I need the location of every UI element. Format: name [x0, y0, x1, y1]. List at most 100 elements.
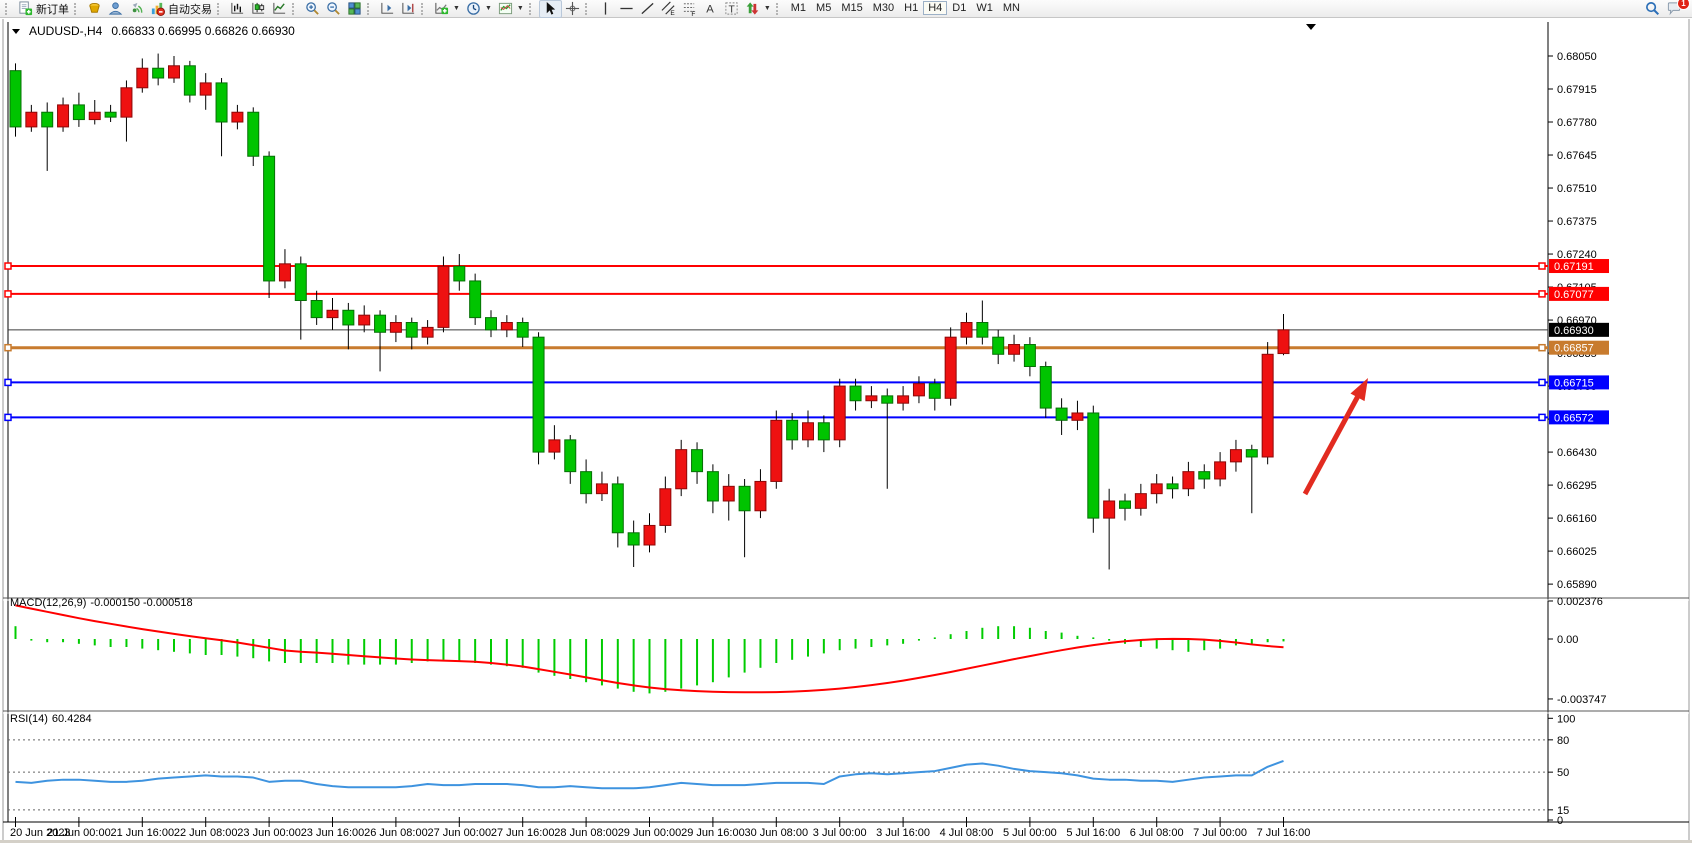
search-button[interactable]: [1642, 1, 1663, 17]
chart-title-row: AUDUSD-,H4 0.66833 0.66995 0.66826 0.669…: [12, 24, 295, 38]
add-indicator-icon: [434, 1, 449, 16]
dropdown-caret-icon: ▼: [453, 5, 460, 12]
timeframe-button-m15[interactable]: M15: [836, 2, 867, 14]
toolbar-grip[interactable]: [776, 3, 782, 15]
horizontal-line-tool-button[interactable]: [616, 1, 637, 17]
notification-badge: 1: [1677, 0, 1690, 10]
line-chart-button[interactable]: [269, 1, 290, 17]
candlestick-chart-icon: [251, 1, 266, 16]
svg-text:0.66857: 0.66857: [1554, 343, 1594, 355]
fibonacci-icon: F: [682, 1, 697, 16]
toolbar-grip[interactable]: [367, 3, 373, 15]
autotrade-button[interactable]: 自动交易: [147, 1, 215, 17]
svg-text:-0.003747: -0.003747: [1557, 694, 1607, 706]
zoom-in-icon: [305, 1, 320, 16]
svg-text:0.67375: 0.67375: [1557, 216, 1597, 228]
timeframe-button-h1[interactable]: H1: [899, 2, 923, 14]
new-order-button[interactable]: 新订单: [15, 1, 72, 17]
tile-windows-button[interactable]: [344, 1, 365, 17]
chart-canvas[interactable]: 0.680500.679150.677800.676450.675100.673…: [0, 19, 1692, 843]
svg-text:0.66025: 0.66025: [1557, 546, 1597, 558]
svg-text:23 Jun 00:00: 23 Jun 00:00: [237, 827, 301, 839]
svg-text:6 Jul 08:00: 6 Jul 08:00: [1130, 827, 1184, 839]
timeframe-button-w1[interactable]: W1: [971, 2, 998, 14]
macd-values: -0.000150 -0.000518: [90, 597, 192, 609]
toolbar-grip[interactable]: [74, 3, 80, 15]
crosshair-tool-button[interactable]: [562, 1, 583, 17]
svg-text:7 Jul 16:00: 7 Jul 16:00: [1257, 827, 1311, 839]
svg-text:27 Jun 00:00: 27 Jun 00:00: [427, 827, 491, 839]
toolbar-grip[interactable]: [529, 3, 535, 15]
svg-text:100: 100: [1557, 713, 1575, 725]
svg-text:A: A: [706, 4, 714, 16]
toolbar: 新订单 自动交易 ▼ ▼ ▼ E F: [0, 0, 1692, 18]
add-indicator-button[interactable]: ▼: [431, 1, 463, 17]
publisher-button[interactable]: [105, 1, 126, 17]
notifications-button[interactable]: 1: [1663, 1, 1685, 17]
trendline-icon: [640, 1, 655, 16]
toolbar-grip[interactable]: [292, 3, 298, 15]
toolbar-grip[interactable]: [5, 3, 11, 15]
svg-text:0.66160: 0.66160: [1557, 513, 1597, 525]
candlestick-chart-button[interactable]: [248, 1, 269, 17]
fibonacci-tool-button[interactable]: F: [679, 1, 700, 17]
template-button[interactable]: ▼: [495, 1, 527, 17]
zoom-out-button[interactable]: [323, 1, 344, 17]
svg-text:28 Jun 08:00: 28 Jun 08:00: [554, 827, 618, 839]
dropdown-caret-icon: ▼: [517, 5, 524, 12]
horizontal-line-icon: [619, 1, 634, 16]
timeframe-button-m1[interactable]: M1: [786, 2, 811, 14]
svg-text:27 Jun 16:00: 27 Jun 16:00: [491, 827, 555, 839]
period-clock-button[interactable]: ▼: [463, 1, 495, 17]
toolbar-grip[interactable]: [217, 3, 223, 15]
vertical-line-tool-button[interactable]: [595, 1, 616, 17]
svg-text:0.67780: 0.67780: [1557, 117, 1597, 129]
svg-text:3 Jul 16:00: 3 Jul 16:00: [876, 827, 930, 839]
mt4-terminal: 新订单 自动交易 ▼ ▼ ▼ E F: [0, 0, 1692, 843]
search-icon: [1645, 1, 1660, 16]
bar-chart-icon: [230, 1, 245, 16]
svg-text:0.68050: 0.68050: [1557, 51, 1597, 63]
svg-text:T: T: [728, 4, 735, 15]
svg-text:30 Jun 08:00: 30 Jun 08:00: [744, 827, 808, 839]
timeframe-button-h4[interactable]: H4: [923, 1, 947, 15]
toolbar-grip[interactable]: [421, 3, 427, 15]
trendline-tool-button[interactable]: [637, 1, 658, 17]
toolbar-grip[interactable]: [585, 3, 591, 15]
paint-bucket-button[interactable]: [84, 1, 105, 17]
bar-chart-button[interactable]: [227, 1, 248, 17]
autotrade-label: 自动交易: [168, 1, 212, 17]
timeframe-button-m30[interactable]: M30: [868, 2, 899, 14]
tile-windows-icon: [347, 1, 362, 16]
indicator-list-button[interactable]: [398, 1, 419, 17]
svg-text:29 Jun 00:00: 29 Jun 00:00: [618, 827, 682, 839]
svg-text:3 Jul 00:00: 3 Jul 00:00: [813, 827, 867, 839]
channel-tool-button[interactable]: E: [658, 1, 679, 17]
collapse-triangle-icon[interactable]: [12, 29, 20, 34]
cursor-tool-button[interactable]: [539, 0, 562, 18]
svg-text:21 Jun 00:00: 21 Jun 00:00: [47, 827, 111, 839]
crosshair-icon: [565, 1, 580, 16]
indicator-window-button[interactable]: [377, 1, 398, 17]
svg-text:50: 50: [1557, 767, 1569, 779]
line-chart-icon: [272, 1, 287, 16]
rsi-indicator-label: RSI(14)60.4284: [10, 713, 96, 725]
arrows-tool-button[interactable]: ▼: [742, 1, 774, 17]
indicator-list-icon: [401, 1, 416, 16]
signal-icon: [129, 1, 144, 16]
timeframe-button-mn[interactable]: MN: [998, 2, 1025, 14]
new-order-label: 新订单: [36, 1, 69, 17]
zoom-in-button[interactable]: [302, 1, 323, 17]
indicator-window-icon: [380, 1, 395, 16]
timeframe-button-d1[interactable]: D1: [947, 2, 971, 14]
signal-button[interactable]: [126, 1, 147, 17]
arrows-icon: [745, 1, 760, 16]
svg-text:22 Jun 08:00: 22 Jun 08:00: [174, 827, 238, 839]
svg-text:80: 80: [1557, 735, 1569, 747]
text-tool-button[interactable]: A: [700, 1, 721, 17]
dropdown-caret-icon: ▼: [485, 5, 492, 12]
label-tool-button[interactable]: T: [721, 1, 742, 17]
timeframe-button-m5[interactable]: M5: [811, 2, 836, 14]
svg-text:0.66572: 0.66572: [1554, 412, 1594, 424]
svg-text:0.66930: 0.66930: [1554, 325, 1594, 337]
